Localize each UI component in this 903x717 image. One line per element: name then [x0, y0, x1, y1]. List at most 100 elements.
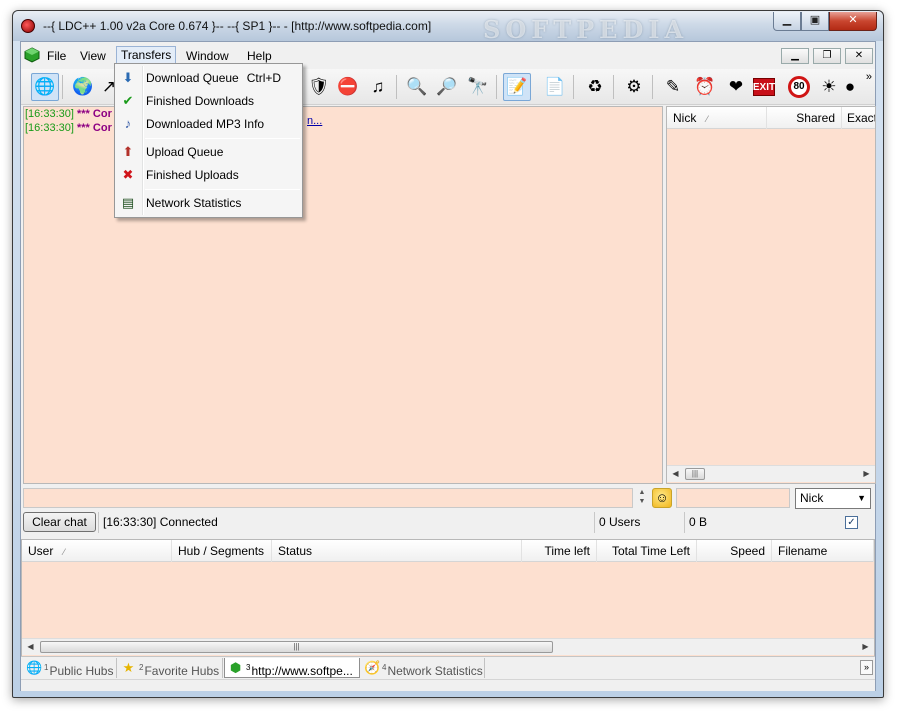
user-filter-input[interactable]	[676, 488, 790, 508]
tab-favorite-hubs[interactable]: ★ 2Favorite Hubs	[118, 658, 223, 678]
toolbar-separator	[62, 75, 63, 99]
mdi-minimize-button[interactable]: ▁	[781, 48, 809, 64]
mdi-restore-button[interactable]: ❐	[813, 48, 841, 64]
user-list-hscrollbar[interactable]: ◀ ||| ▶	[667, 465, 875, 482]
filter-column-select[interactable]: Nick ▼	[795, 488, 871, 509]
refresh-icon[interactable]: ♻	[581, 73, 609, 101]
menu-download-queue[interactable]: ⬇ Download Queue Ctrl+D	[117, 67, 300, 89]
menu-downloaded-mp3-info[interactable]: ♪ Downloaded MP3 Info	[117, 113, 300, 135]
menu-separator	[145, 138, 300, 139]
tabs-more-button[interactable]: »	[860, 660, 873, 675]
chat-line: [16:33:30] *** Cor	[25, 122, 112, 134]
scroll-right-button[interactable]: ▶	[857, 639, 874, 656]
scroll-thumb[interactable]: |||	[40, 641, 553, 653]
toolbar-separator	[396, 75, 397, 99]
heart-icon[interactable]: ❤	[722, 73, 750, 101]
close-button[interactable]: ✕	[829, 12, 877, 31]
tab-hub-softpedia[interactable]: ⬢ 3http://www.softpe...	[224, 658, 360, 678]
public-hubs-icon[interactable]: 🌐	[31, 73, 59, 101]
input-spinner[interactable]: ▲ ▼	[635, 488, 649, 508]
column-shared[interactable]: Shared	[767, 107, 842, 129]
spin-up-icon[interactable]: ▲	[635, 488, 649, 497]
menu-network-statistics[interactable]: ▤ Network Statistics	[117, 192, 300, 214]
hub-cube-icon: ⬢	[229, 660, 242, 675]
upload-queue-icon: ⬆	[122, 144, 134, 159]
adl-search-icon[interactable]: 🔭	[464, 73, 492, 101]
extra-icon[interactable]: ●	[843, 73, 857, 101]
menu-file[interactable]: File	[43, 47, 70, 65]
status-users-count: 0 Users	[594, 512, 682, 533]
toolbar-separator	[496, 75, 497, 99]
maximize-button[interactable]: ▣	[801, 12, 829, 31]
hub-cube-icon[interactable]	[24, 47, 40, 63]
mdi-close-button[interactable]: ✕	[845, 48, 873, 64]
minimize-button[interactable]: ▁	[773, 12, 801, 31]
chat-system-marker: ***	[77, 108, 90, 120]
column-total-time-left[interactable]: Total Time Left	[597, 540, 697, 562]
show-users-checkbox[interactable]: ✓	[845, 516, 858, 529]
emoticon-button[interactable]: ☺	[652, 488, 672, 508]
exit-icon[interactable]: EXIT	[753, 78, 775, 96]
clock-icon[interactable]: ⏰	[691, 73, 719, 101]
chat-timestamp: [16:33:30]	[25, 108, 74, 120]
chat-timestamp: [16:33:30]	[25, 122, 74, 134]
tab-network-statistics[interactable]: 🧭 4Network Statistics	[361, 658, 485, 678]
chat-system-marker: ***	[77, 122, 90, 134]
scroll-thumb[interactable]: |||	[685, 468, 705, 480]
file-list-icon[interactable]: 📄	[541, 73, 569, 101]
toolbar-separator	[652, 75, 653, 99]
scroll-left-button[interactable]: ◀	[22, 639, 39, 656]
search-icon[interactable]: 🔍	[403, 73, 431, 101]
download-queue-icon: ⬇	[122, 70, 134, 85]
transfers-list[interactable]: User ⁄ Hub / Segments Status Time left To…	[21, 539, 875, 657]
favorite-users-icon[interactable]: 🛡	[305, 73, 333, 101]
chat-link[interactable]: n...	[307, 115, 322, 127]
menu-finished-uploads[interactable]: ✖ Finished Uploads	[117, 164, 300, 186]
spin-down-icon[interactable]: ▼	[635, 497, 649, 506]
reconnect-icon[interactable]: 🌍	[69, 73, 97, 101]
tab-label: Public Hubs	[49, 664, 114, 678]
edit-icon[interactable]: ✎	[659, 73, 687, 101]
status-shared-size: 0 B	[684, 512, 834, 533]
menu-upload-queue[interactable]: ⬆ Upload Queue	[117, 141, 300, 163]
menu-transfers[interactable]: Transfers	[116, 46, 177, 64]
tab-public-hubs[interactable]: 🌐 1Public Hubs	[23, 658, 117, 678]
scroll-left-button[interactable]: ◀	[667, 466, 684, 483]
chat-input[interactable]	[23, 488, 633, 508]
scroll-right-button[interactable]: ▶	[858, 466, 875, 483]
column-status[interactable]: Status	[272, 540, 522, 562]
ignored-users-icon[interactable]: ⛔	[334, 73, 362, 101]
tab-label: Network Statistics	[387, 664, 483, 678]
menu-item-label: Downloaded MP3 Info	[146, 117, 265, 131]
speed-limit-label: 80	[788, 76, 810, 98]
column-nick[interactable]: Nick ⁄	[667, 107, 767, 129]
clear-chat-button[interactable]: Clear chat	[23, 512, 96, 532]
column-speed[interactable]: Speed	[697, 540, 772, 562]
search-spy-icon[interactable]: 🔎	[433, 73, 461, 101]
mp3-icon[interactable]: ♫	[364, 73, 392, 101]
column-filename[interactable]: Filename	[772, 540, 874, 562]
tab-number: 3	[246, 663, 251, 672]
title-bar[interactable]: --{ LDC++ 1.00 v2a Core 0.674 }-- --{ SP…	[13, 11, 883, 44]
app-logo-icon[interactable]	[21, 19, 35, 33]
column-time-left[interactable]: Time left	[522, 540, 597, 562]
user-list[interactable]: Nick ⁄ Shared Exact ◀ ||| ▶	[666, 106, 876, 484]
column-exact[interactable]: Exact	[842, 107, 875, 129]
speed-limit-icon[interactable]: 80	[785, 73, 813, 101]
column-hub-segments[interactable]: Hub / Segments	[172, 540, 272, 562]
menu-finished-downloads[interactable]: ✔ Finished Downloads	[117, 90, 300, 112]
tab-number: 1	[44, 663, 49, 672]
menu-view[interactable]: View	[76, 47, 110, 65]
chat-input-row: ▲ ▼ ☺ Nick ▼	[21, 486, 875, 510]
toolbar-more-button[interactable]: »	[866, 71, 872, 83]
column-user[interactable]: User ⁄	[22, 540, 172, 562]
notepad-icon[interactable]: 📝	[503, 73, 531, 101]
menu-item-label: Download Queue	[146, 71, 239, 85]
chat-message: Cor	[92, 108, 112, 120]
menu-separator	[145, 189, 300, 190]
transfers-hscrollbar[interactable]: ◀ ||| ▶	[22, 638, 874, 655]
settings-icon[interactable]: ⚙	[620, 73, 648, 101]
column-nick-label: Nick	[673, 111, 697, 125]
away-icon[interactable]: ☀	[815, 73, 843, 101]
status-message: [16:33:30] Connected	[98, 512, 592, 533]
